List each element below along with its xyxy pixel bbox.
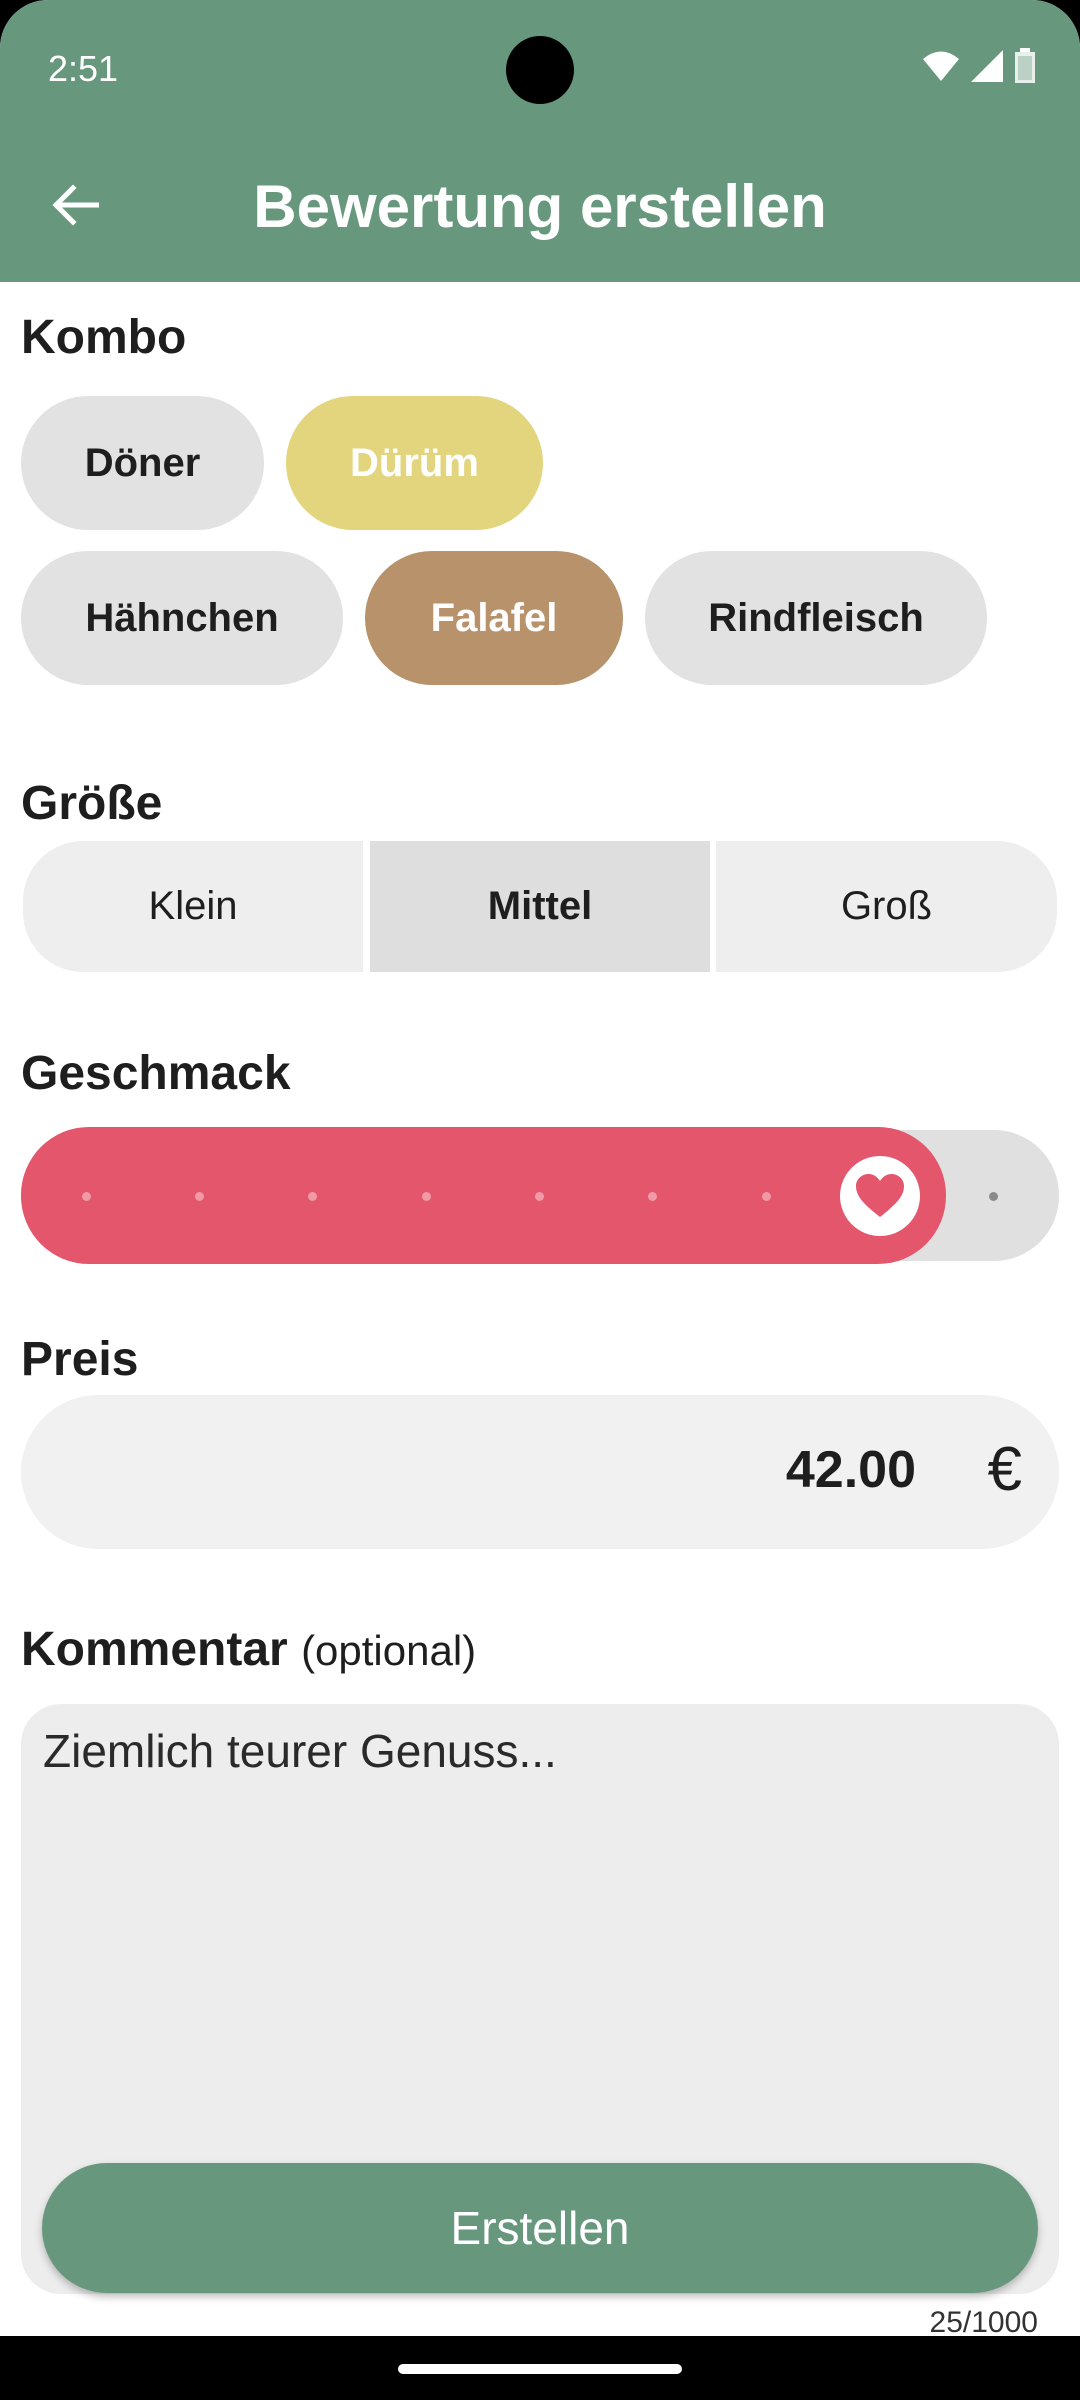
groesse-label: Größe (21, 777, 163, 830)
chip-rindfleisch-label: Rindfleisch (708, 595, 924, 640)
size-gross[interactable]: Groß (716, 841, 1057, 972)
battery-icon (1015, 48, 1035, 83)
slider-tick (535, 1192, 544, 1201)
size-mittel[interactable]: Mittel (370, 841, 710, 972)
slider-tick (422, 1192, 431, 1201)
chip-dueruem[interactable]: Dürüm (286, 396, 543, 530)
price-value: 42.00 (785, 1441, 916, 1499)
size-klein-label: Klein (148, 884, 238, 928)
heart-icon (856, 1174, 904, 1217)
size-klein[interactable]: Klein (23, 841, 363, 972)
chip-haehnchen[interactable]: Hähnchen (21, 551, 343, 685)
chip-falafel[interactable]: Falafel (365, 551, 623, 685)
chip-haehnchen-label: Hähnchen (85, 595, 279, 640)
slider-tick (989, 1192, 998, 1201)
kombo-label: Kombo (21, 311, 187, 364)
create-button-label: Erstellen (450, 2202, 630, 2254)
chip-falafel-label: Falafel (430, 595, 558, 640)
signal-icon (971, 50, 1003, 82)
chip-rindfleisch[interactable]: Rindfleisch (645, 551, 987, 685)
optional-hint: (optional) (301, 1627, 477, 1674)
slider-tick (762, 1192, 771, 1201)
size-mittel-label: Mittel (487, 884, 593, 928)
slider-tick (308, 1192, 317, 1201)
taste-slider-fill (21, 1127, 946, 1264)
status-icons (922, 48, 1036, 84)
chip-dueruem-label: Dürüm (350, 440, 479, 485)
comment-text: Ziemlich teurer Genuss... (43, 1725, 557, 1777)
currency-symbol: € (987, 1435, 1022, 1504)
kommentar-title: Kommentar (21, 1623, 288, 1676)
page-title: Bewertung erstellen (253, 173, 827, 240)
kommentar-label: Kommentar (optional) (21, 1622, 476, 1677)
wifi-icon (923, 51, 959, 81)
size-gross-label: Groß (840, 884, 933, 928)
home-indicator[interactable] (398, 2364, 682, 2374)
camera-cutout (506, 36, 574, 104)
character-counter: 25/1000 (929, 2306, 1038, 2339)
screen: 2:51 Bewertung erstellen Kombo Döner Dür… (0, 0, 1080, 2400)
chip-doener-label: Döner (84, 440, 201, 485)
create-button[interactable]: Erstellen (42, 2163, 1038, 2293)
preis-label: Preis (21, 1333, 139, 1386)
slider-tick (82, 1192, 91, 1201)
chip-doener[interactable]: Döner (21, 396, 264, 530)
slider-tick (195, 1192, 204, 1201)
geschmack-label: Geschmack (21, 1047, 291, 1100)
status-time: 2:51 (48, 48, 119, 89)
slider-tick (648, 1192, 657, 1201)
taste-slider-thumb[interactable] (840, 1156, 920, 1236)
